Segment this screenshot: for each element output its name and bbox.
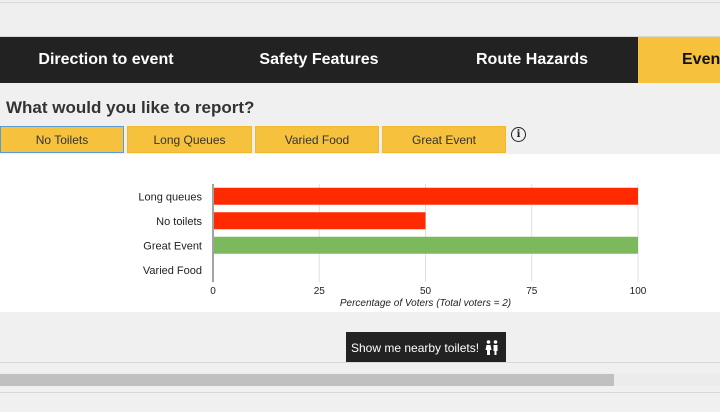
top-divider <box>0 2 720 3</box>
bottom-divider-2 <box>0 392 720 393</box>
long-queues-button[interactable]: Long Queues <box>127 126 252 153</box>
chart-bar <box>214 212 426 230</box>
browser-top-strip <box>0 0 720 37</box>
varied-food-button[interactable]: Varied Food <box>255 126 379 153</box>
category-label: No toilets <box>156 216 202 228</box>
report-buttons: No Toilets Long Queues Varied Food Great… <box>0 126 509 154</box>
x-axis-title: Percentage of Voters (Total voters = 2) <box>340 298 511 309</box>
x-tick-label: 50 <box>420 286 432 297</box>
category-label: Varied Food <box>143 265 202 277</box>
chart-svg: 0 25 50 75 100 Long queues No toilets Great Eve… <box>138 184 647 309</box>
horizontal-scrollbar-thumb[interactable] <box>0 374 614 386</box>
tab-safety-features[interactable]: Safety Features <box>212 37 426 83</box>
chart-bar <box>214 236 638 254</box>
info-icon[interactable]: i <box>511 127 526 142</box>
show-nearby-toilets-button[interactable]: Show me nearby toilets! <box>346 332 506 363</box>
category-label: Great Event <box>143 240 202 252</box>
report-question: What would you like to report? <box>6 98 255 117</box>
x-tick-label: 100 <box>630 286 647 297</box>
toilets-button-label: Show me nearby toilets! <box>351 340 480 355</box>
bottom-divider <box>0 362 720 363</box>
chart-bar <box>214 187 638 205</box>
great-event-button[interactable]: Great Event <box>382 126 506 153</box>
tab-direction-to-event[interactable]: Direction to event <box>0 37 212 83</box>
tab-route-hazards[interactable]: Route Hazards <box>426 37 638 83</box>
x-tick-label: 0 <box>210 286 216 297</box>
no-toilets-button[interactable]: No Toilets <box>0 126 124 153</box>
toilets-icon <box>485 339 499 356</box>
vote-chart: 0 25 50 75 100 Long queues No toilets Great Eve… <box>0 154 720 312</box>
x-tick-label: 75 <box>526 286 538 297</box>
nav-bar: Direction to event Safety Features Route… <box>0 37 720 83</box>
tab-event-active[interactable]: Even <box>638 37 720 83</box>
x-tick-label: 25 <box>314 286 326 297</box>
category-label: Long queues <box>138 191 202 203</box>
